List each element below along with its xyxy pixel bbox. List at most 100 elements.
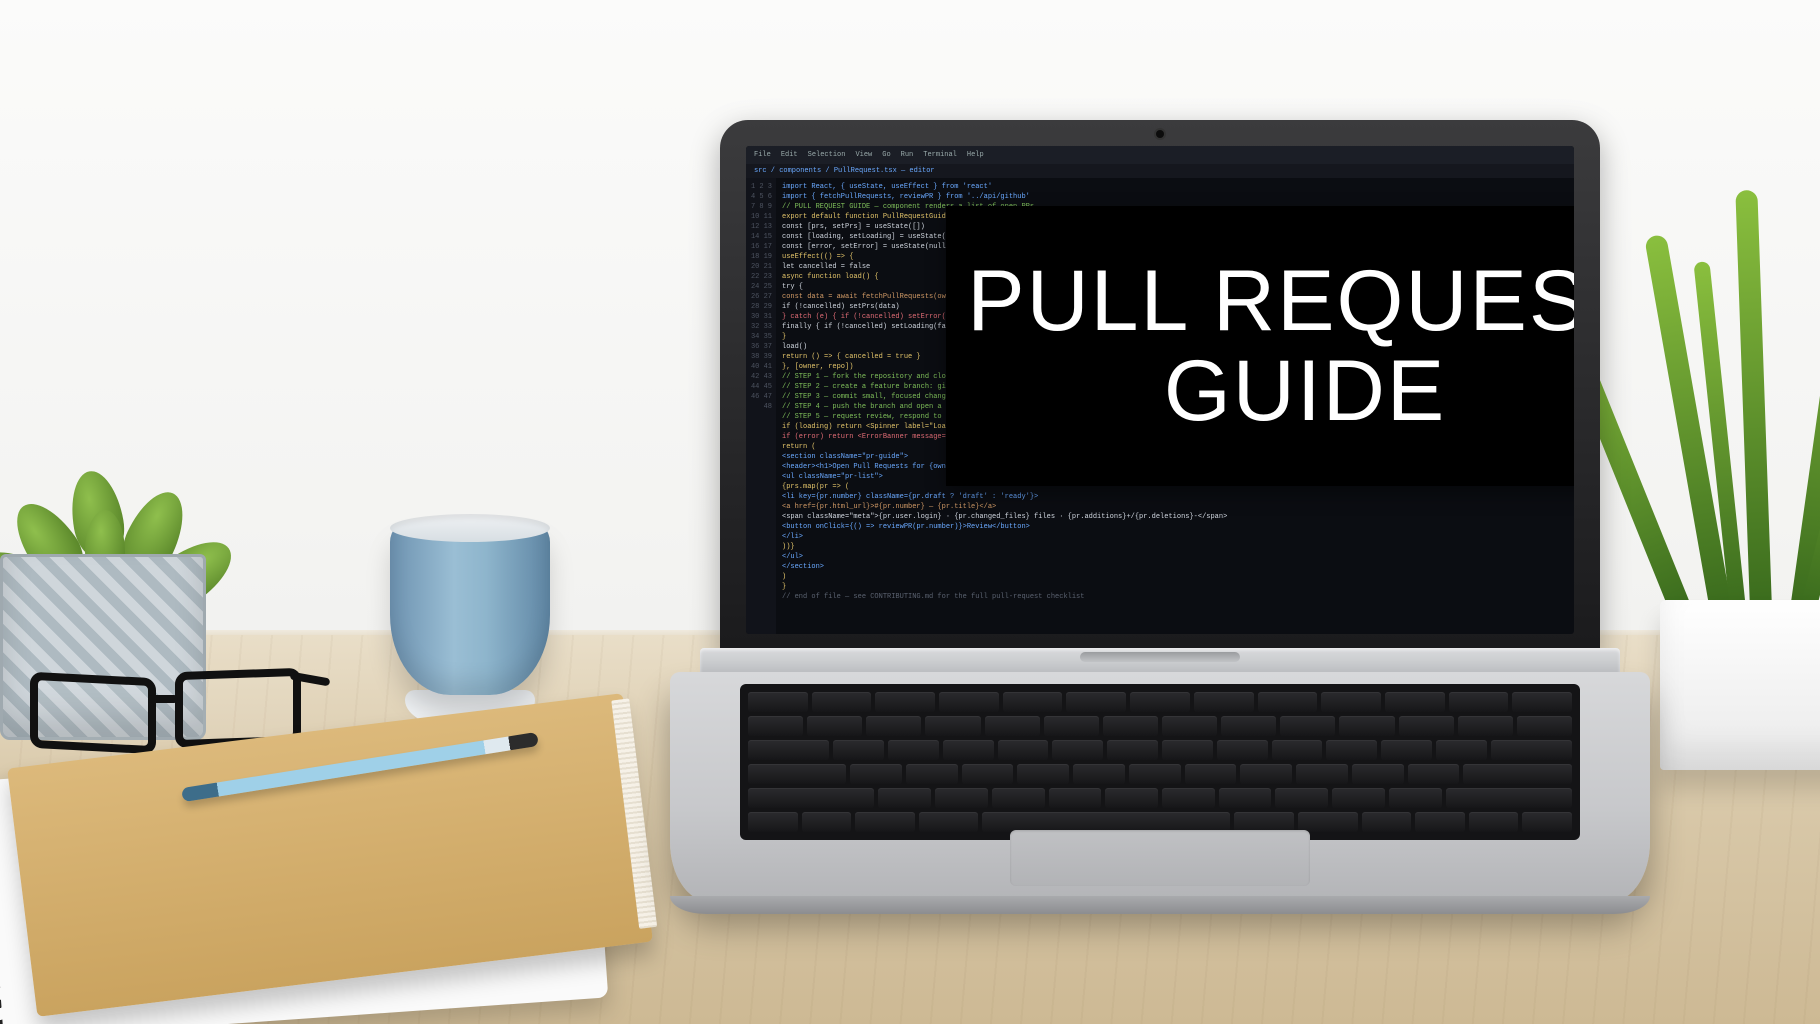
keyboard-key	[1234, 812, 1294, 832]
keyboard-key	[1381, 740, 1432, 760]
keyboard-key	[1162, 716, 1217, 736]
keyboard-key	[1385, 692, 1445, 712]
laptop-keyboard	[740, 684, 1580, 840]
keyboard-key	[1332, 788, 1385, 808]
keyboard-key	[812, 692, 872, 712]
keyboard-key	[748, 788, 874, 808]
keyboard-key	[748, 716, 803, 736]
code-line: // end of file — see CONTRIBUTING.md for…	[782, 592, 1568, 602]
laptop-hinge	[700, 648, 1620, 674]
keyboard-key	[1326, 740, 1377, 760]
laptop-front-edge	[670, 896, 1650, 914]
keyboard-key	[1272, 740, 1323, 760]
keyboard-key	[1044, 716, 1099, 736]
ide-menu-item: Selection	[808, 151, 846, 159]
keyboard-key	[833, 740, 884, 760]
keyboard-key	[982, 812, 1230, 832]
keyboard-key	[1458, 716, 1513, 736]
overlay-line-2: GUIDE	[967, 346, 1574, 436]
keyboard-key	[1217, 740, 1268, 760]
ide-menubar: File Edit Selection View Go Run Terminal Help	[746, 146, 1574, 164]
keyboard-key	[935, 788, 988, 808]
ide-menu-item: Go	[882, 151, 890, 159]
keyboard-key	[1362, 812, 1412, 832]
ide-menu-item: View	[855, 151, 872, 159]
keyboard-key	[1003, 692, 1063, 712]
code-line: <a href={pr.html_url}>#{pr.number} — {pr…	[782, 502, 1568, 512]
code-line: </li>	[782, 532, 1568, 542]
keyboard-key	[1066, 692, 1126, 712]
keyboard-key	[962, 764, 1014, 784]
keyboard-key	[939, 692, 999, 712]
keyboard-key	[1185, 764, 1237, 784]
laptop-deck	[670, 672, 1650, 902]
ide-menu-item: File	[754, 151, 771, 159]
laptop-screen-bezel: File Edit Selection View Go Run Terminal Help s…	[720, 120, 1600, 660]
keyboard-key	[992, 788, 1045, 808]
keyboard-key	[1240, 764, 1292, 784]
keyboard-key	[1129, 764, 1181, 784]
keyboard-key	[1221, 716, 1276, 736]
keyboard-key	[855, 812, 915, 832]
keyboard-key	[1399, 716, 1454, 736]
keyboard-key	[1052, 740, 1103, 760]
keyboard-key	[850, 764, 902, 784]
ide-menu-item: Run	[901, 151, 914, 159]
keyboard-key	[1321, 692, 1381, 712]
laptop-screen: File Edit Selection View Go Run Terminal Help s…	[746, 146, 1574, 634]
keyboard-key	[1275, 788, 1328, 808]
ide-menu-item: Terminal	[923, 151, 957, 159]
keyboard-key	[807, 716, 862, 736]
keyboard-key	[1049, 788, 1102, 808]
keyboard-key	[1103, 716, 1158, 736]
code-line: }	[782, 582, 1568, 592]
keyboard-key	[985, 716, 1040, 736]
keyboard-key	[888, 740, 939, 760]
keyboard-key	[875, 692, 935, 712]
desk-scene: File Edit Selection View Go Run Terminal Help s…	[0, 0, 1820, 1024]
keyboard-key	[1408, 764, 1460, 784]
code-line: <button onClick={() => reviewPR(pr.numbe…	[782, 522, 1568, 532]
title-overlay: PULL REQUEST GUIDE	[946, 206, 1574, 486]
code-line: import React, { useState, useEffect } fr…	[782, 182, 1568, 192]
keyboard-key	[1389, 788, 1442, 808]
keyboard-key	[748, 692, 808, 712]
ide-tab-label: src / components / PullRequest.tsx — edi…	[754, 167, 935, 175]
white-pot	[1660, 600, 1820, 770]
keyboard-key	[1073, 764, 1125, 784]
keyboard-key	[1219, 788, 1272, 808]
code-line: import { fetchPullRequests, reviewPR } f…	[782, 192, 1568, 202]
keyboard-key	[1339, 716, 1394, 736]
keyboard-key	[866, 716, 921, 736]
webcam-icon	[1156, 130, 1164, 138]
code-line: ))}	[782, 542, 1568, 552]
ide-menu-item: Help	[967, 151, 984, 159]
keyboard-key	[748, 740, 829, 760]
ide-tabbar: src / components / PullRequest.tsx — edi…	[746, 164, 1574, 178]
code-line: <span className="meta">{pr.user.login} ·…	[782, 512, 1568, 522]
code-line: </ul>	[782, 552, 1568, 562]
laptop-trackpad	[1010, 830, 1310, 886]
keyboard-key	[998, 740, 1049, 760]
code-line: )	[782, 572, 1568, 582]
overlay-line-1: PULL REQUEST	[967, 256, 1574, 346]
line-number-gutter: 1 2 3 4 5 6 7 8 9 10 11 12 13 14 15 16 1…	[746, 178, 776, 634]
keyboard-key	[802, 812, 852, 832]
coffee-mug	[390, 520, 560, 730]
keyboard-key	[943, 740, 994, 760]
keyboard-key	[1162, 788, 1215, 808]
keyboard-key	[1449, 692, 1509, 712]
keyboard-key	[1463, 764, 1572, 784]
keyboard-key	[1415, 812, 1465, 832]
keyboard-key	[1446, 788, 1573, 808]
keyboard-key	[1296, 764, 1348, 784]
keyboard-key	[1352, 764, 1404, 784]
keyboard-key	[1105, 788, 1158, 808]
ide-menu-item: Edit	[781, 151, 798, 159]
keyboard-key	[906, 764, 958, 784]
keyboard-key	[1258, 692, 1318, 712]
keyboard-key	[1436, 740, 1487, 760]
keyboard-key	[878, 788, 931, 808]
keyboard-key	[1280, 716, 1335, 736]
keyboard-key	[1017, 764, 1069, 784]
